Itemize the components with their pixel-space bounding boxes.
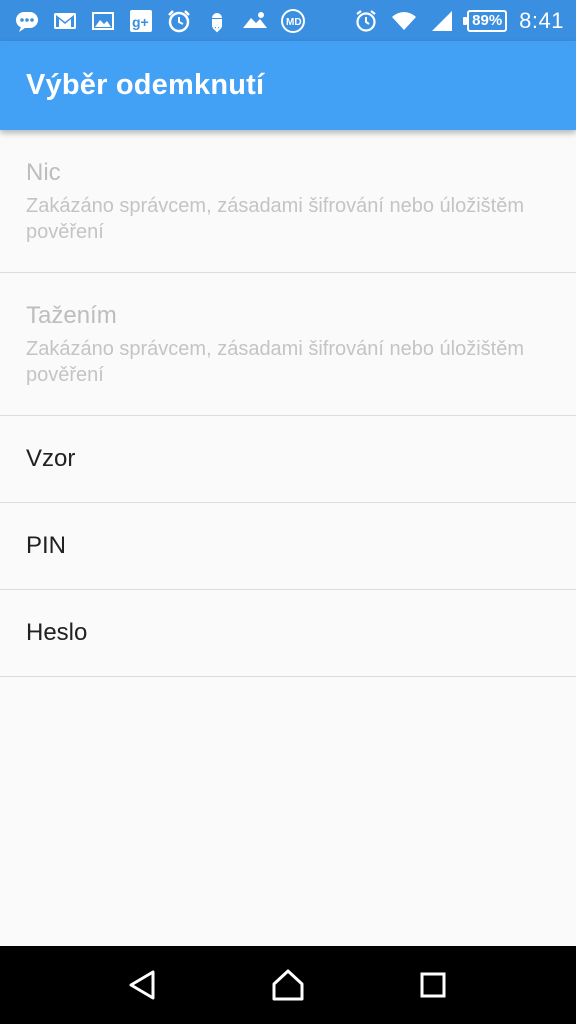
google-plus-icon: g+ bbox=[128, 8, 154, 34]
option-title: Vzor bbox=[26, 445, 76, 472]
option-title: Tažením bbox=[26, 302, 117, 329]
android-download-icon bbox=[204, 8, 230, 34]
gmail-icon bbox=[52, 8, 78, 34]
svg-text:MD: MD bbox=[286, 17, 302, 28]
option-subtitle: Zakázáno správcem, zásadami šifrování ne… bbox=[26, 338, 525, 386]
option-title: Nic bbox=[26, 159, 61, 186]
navigation-bar bbox=[0, 946, 576, 1024]
status-bar: g+ MD 89% 8:41 bbox=[0, 0, 576, 41]
landscape-icon bbox=[242, 8, 268, 34]
recents-icon bbox=[420, 972, 446, 998]
back-icon bbox=[129, 970, 155, 1000]
option-pattern[interactable]: Vzor bbox=[0, 416, 576, 503]
svg-text:g+: g+ bbox=[132, 14, 149, 30]
alarm-clock-icon bbox=[353, 8, 379, 34]
option-title: Heslo bbox=[26, 619, 88, 646]
notification-icons: g+ MD bbox=[14, 8, 306, 34]
wifi-icon bbox=[391, 8, 417, 34]
page-title: Výběr odemknutí bbox=[26, 69, 265, 101]
option-subtitle: Zakázáno správcem, zásadami šifrování ne… bbox=[26, 195, 525, 243]
gallery-icon bbox=[90, 8, 116, 34]
back-button[interactable] bbox=[113, 955, 173, 1015]
option-pin[interactable]: PIN bbox=[0, 503, 576, 590]
home-button[interactable] bbox=[258, 955, 318, 1015]
option-password[interactable]: Heslo bbox=[0, 590, 576, 677]
clock: 8:41 bbox=[519, 7, 564, 33]
option-none[interactable]: Nic Zakázáno správcem, zásadami šifrován… bbox=[0, 130, 576, 273]
home-icon bbox=[272, 969, 304, 1001]
recents-button[interactable] bbox=[403, 955, 463, 1015]
battery-level: 89% bbox=[472, 12, 503, 29]
battery-indicator: 89% bbox=[463, 9, 508, 32]
system-icons: 89% 8:41 bbox=[353, 8, 564, 34]
option-title: PIN bbox=[26, 532, 67, 559]
chat-icon bbox=[14, 8, 40, 34]
alarm-app-icon bbox=[166, 8, 192, 34]
cell-signal-icon bbox=[429, 8, 455, 34]
unlock-options-list: Nic Zakázáno správcem, zásadami šifrován… bbox=[0, 130, 576, 677]
app-bar: Výběr odemknutí bbox=[0, 41, 576, 130]
md-app-icon: MD bbox=[280, 8, 306, 34]
option-swipe[interactable]: Tažením Zakázáno správcem, zásadami šifr… bbox=[0, 273, 576, 416]
